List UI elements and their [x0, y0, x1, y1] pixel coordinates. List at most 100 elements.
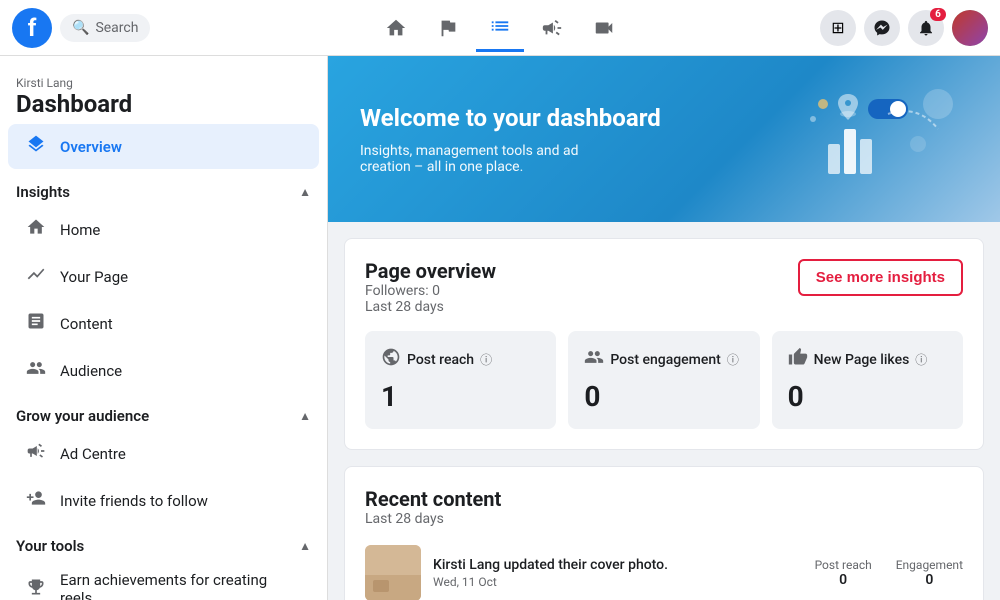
sidebar-section-insights[interactable]: Insights ▲	[0, 171, 327, 205]
sidebar-section-grow[interactable]: Grow your audience ▲	[0, 395, 327, 429]
notifications-button[interactable]: 6	[908, 10, 944, 46]
post-reach-value: 1	[381, 380, 540, 413]
see-more-insights-button[interactable]: See more insights	[798, 259, 963, 296]
new-page-likes-value: 0	[788, 380, 947, 413]
globe-icon	[381, 347, 401, 372]
nav-video-button[interactable]	[580, 4, 628, 52]
chevron-up-icon: ▲	[299, 185, 311, 199]
sidebar-item-overview[interactable]: Overview	[8, 124, 319, 169]
sidebar-section-tools[interactable]: Your tools ▲	[0, 525, 327, 559]
audience-icon	[24, 358, 48, 383]
post-engagement-info-icon[interactable]: ⓘ	[727, 351, 739, 368]
facebook-logo[interactable]: f	[12, 8, 52, 48]
post-engagement-label: Post engagement	[610, 352, 721, 368]
cover-photo-stats: Post reach 0 Engagement 0	[815, 558, 963, 588]
sidebar-title: Dashboard	[16, 90, 311, 118]
hero-subtitle: Insights, management tools and ad creati…	[360, 143, 620, 175]
page-overview-card: Page overview Followers: 0 Last 28 days …	[344, 238, 984, 450]
messenger-button[interactable]	[864, 10, 900, 46]
new-page-likes-label: New Page likes	[814, 352, 910, 368]
sidebar-section-tools-label: Your tools	[16, 537, 84, 555]
ad-icon	[24, 441, 48, 466]
notification-badge: 6	[930, 8, 946, 21]
section-header: Page overview Followers: 0 Last 28 days …	[365, 259, 963, 315]
thumbsup-icon	[788, 347, 808, 372]
sidebar-section-insights-label: Insights	[16, 183, 70, 201]
metric-post-reach: Post reach ⓘ 1	[365, 331, 556, 429]
cover-post-reach-value: 0	[815, 572, 872, 588]
content-icon	[24, 311, 48, 336]
sidebar-username: Kirsti Lang	[16, 76, 311, 90]
sidebar: Kirsti Lang Dashboard Overview Insights …	[0, 56, 328, 600]
page-icon	[24, 264, 48, 289]
metric-new-page-likes: New Page likes ⓘ 0	[772, 331, 963, 429]
nav-center	[212, 4, 788, 52]
post-reach-col-label: Post reach	[815, 558, 872, 572]
sidebar-item-invite-friends[interactable]: Invite friends to follow	[8, 478, 319, 523]
main-content: Welcome to your dashboard Insights, mana…	[328, 56, 1000, 600]
page-overview-title: Page overview	[365, 259, 496, 283]
sidebar-item-content-label: Content	[60, 315, 113, 333]
sidebar-item-home-label: Home	[60, 221, 100, 239]
hero-banner: Welcome to your dashboard Insights, mana…	[328, 56, 1000, 222]
user-avatar[interactable]	[952, 10, 988, 46]
grid-button[interactable]: ⊞	[820, 10, 856, 46]
home-icon	[24, 217, 48, 242]
metrics-row: Post reach ⓘ 1 Post engagement ⓘ 0	[365, 331, 963, 429]
sidebar-item-overview-label: Overview	[60, 138, 122, 156]
recent-content-card: Recent content Last 28 days Kirsti Lang …	[344, 466, 984, 600]
recent-content-period: Last 28 days	[365, 511, 963, 527]
content-item-cover: Kirsti Lang updated their cover photo. W…	[365, 535, 963, 600]
sidebar-item-home[interactable]: Home	[8, 207, 319, 252]
cover-photo-thumb	[365, 545, 421, 600]
search-box[interactable]: 🔍 Search	[60, 14, 150, 42]
engagement-icon	[584, 347, 604, 372]
sidebar-item-your-page[interactable]: Your Page	[8, 254, 319, 299]
top-navigation: f 🔍 Search ⊞ 6	[0, 0, 1000, 56]
hero-illustration	[768, 84, 968, 194]
post-reach-info-icon[interactable]: ⓘ	[480, 351, 492, 368]
search-placeholder: Search	[95, 20, 138, 36]
post-reach-label: Post reach	[407, 352, 474, 368]
sidebar-item-invite-friends-label: Invite friends to follow	[60, 492, 208, 510]
nav-flag-button[interactable]	[424, 4, 472, 52]
sidebar-item-content[interactable]: Content	[8, 301, 319, 346]
hero-title: Welcome to your dashboard	[360, 103, 661, 134]
cover-engagement-stat: Engagement 0	[896, 558, 963, 588]
invite-icon	[24, 488, 48, 513]
cover-photo-date: Wed, 11 Oct	[433, 575, 803, 589]
chevron-up-icon-3: ▲	[299, 539, 311, 553]
layers-icon	[24, 134, 48, 159]
cover-photo-info: Kirsti Lang updated their cover photo. W…	[433, 557, 803, 589]
sidebar-user-info: Kirsti Lang Dashboard	[0, 68, 327, 122]
cover-engagement-value: 0	[896, 572, 963, 588]
sidebar-section-grow-label: Grow your audience	[16, 407, 149, 425]
sidebar-item-earn-achievements-label: Earn achievements for creating reels	[60, 571, 303, 600]
recent-content-title: Recent content	[365, 487, 963, 511]
followers-label: Followers: 0	[365, 283, 496, 299]
metric-post-engagement: Post engagement ⓘ 0	[568, 331, 759, 429]
sidebar-item-ad-centre[interactable]: Ad Centre	[8, 431, 319, 476]
sidebar-item-earn-achievements[interactable]: Earn achievements for creating reels	[8, 561, 319, 600]
search-icon: 🔍	[72, 20, 89, 36]
nav-insights-button[interactable]	[476, 4, 524, 52]
nav-home-button[interactable]	[372, 4, 420, 52]
sidebar-item-ad-centre-label: Ad Centre	[60, 445, 126, 463]
sidebar-item-audience[interactable]: Audience	[8, 348, 319, 393]
engagement-col-label: Engagement	[896, 558, 963, 572]
period-label: Last 28 days	[365, 299, 496, 315]
sidebar-item-your-page-label: Your Page	[60, 268, 128, 286]
nav-right: ⊞ 6	[788, 10, 988, 46]
nav-left: f 🔍 Search	[12, 8, 212, 48]
hero-text: Welcome to your dashboard Insights, mana…	[360, 103, 661, 174]
cover-post-reach-stat: Post reach 0	[815, 558, 872, 588]
nav-megaphone-button[interactable]	[528, 4, 576, 52]
main-layout: Kirsti Lang Dashboard Overview Insights …	[0, 56, 1000, 600]
cover-photo-title: Kirsti Lang updated their cover photo.	[433, 557, 803, 573]
page-overview-info: Page overview Followers: 0 Last 28 days	[365, 259, 496, 315]
trophy-icon	[24, 577, 48, 600]
post-engagement-value: 0	[584, 380, 743, 413]
new-page-likes-info-icon[interactable]: ⓘ	[915, 351, 927, 368]
chevron-up-icon-2: ▲	[299, 409, 311, 423]
sidebar-item-audience-label: Audience	[60, 362, 122, 380]
